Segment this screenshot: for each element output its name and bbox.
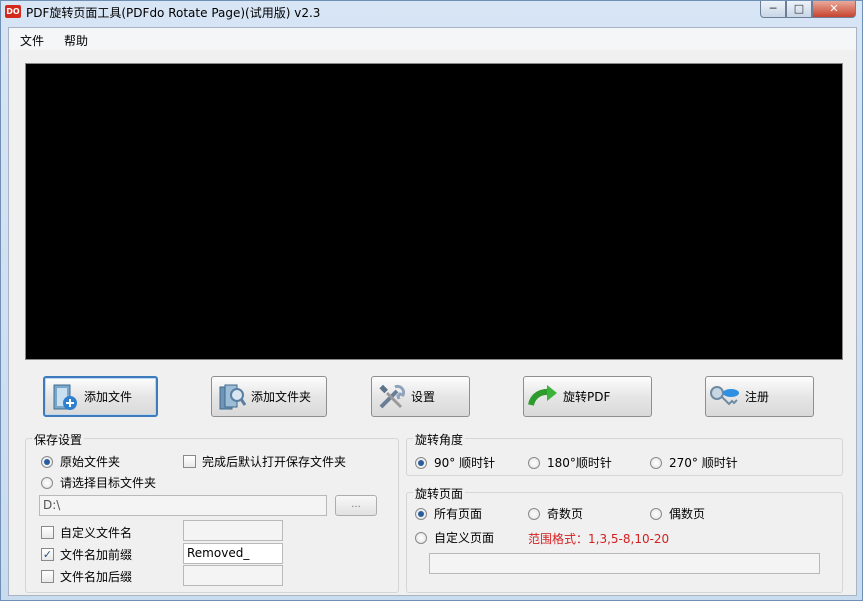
add-file-label: 添加文件 — [84, 390, 133, 404]
open-after-label: 完成后默认打开保存文件夹 — [202, 455, 347, 469]
custom-name-label: 自定义文件名 — [60, 526, 133, 540]
rotate-pages-title: 旋转页面 — [413, 485, 466, 502]
odd-pages-radio[interactable]: 奇数页 — [528, 505, 583, 522]
radio-empty-icon — [650, 507, 662, 520]
menu-bar: 文件 帮助 — [9, 28, 856, 50]
save-settings-title: 保存设置 — [32, 431, 85, 448]
rotate-angle-title: 旋转角度 — [413, 431, 466, 448]
radio-empty-icon — [415, 531, 427, 544]
browse-button[interactable]: ... — [335, 495, 377, 516]
radio-empty-icon — [528, 456, 540, 469]
checkbox-empty-icon — [41, 526, 54, 539]
checkbox-checked-icon: ✓ — [41, 548, 54, 561]
add-file-button[interactable]: 添加文件 — [43, 376, 158, 417]
prefix-label: 文件名加前缀 — [60, 548, 133, 562]
rotate-pdf-button[interactable]: 旋转PDF — [523, 376, 652, 417]
rotate-pages-group: 旋转页面 所有页面 奇数页 偶数页 自定义页面 范围格式：1,3,5-8,10-… — [406, 485, 843, 593]
suffix-label: 文件名加后缀 — [60, 570, 133, 584]
window-title: PDF旋转页面工具(PDFdo Rotate Page)(试用版) v2.3 — [26, 6, 321, 20]
register-button[interactable]: 注册 — [705, 376, 814, 417]
even-pages-label: 偶数页 — [669, 507, 706, 521]
radio-empty-icon — [650, 456, 662, 469]
prefix-input[interactable]: Removed_ — [183, 543, 283, 564]
close-button[interactable]: ✕ — [812, 1, 856, 18]
checkbox-empty-icon — [41, 570, 54, 583]
tools-icon — [379, 384, 406, 408]
add-file-icon — [53, 384, 77, 410]
save-settings-group: 保存设置 原始文件夹 完成后默认打开保存文件夹 请选择目标文件夹 D:\ ...… — [25, 431, 399, 593]
angle-90-radio[interactable]: 90° 顺时针 — [415, 454, 495, 471]
range-format-hint: 范围格式：1,3,5-8,10-20 — [528, 532, 670, 546]
all-pages-label: 所有页面 — [434, 507, 483, 521]
custom-pages-radio[interactable]: 自定义页面 — [415, 529, 494, 546]
app-window: DO PDF旋转页面工具(PDFdo Rotate Page)(试用版) v2.… — [0, 0, 863, 601]
suffix-checkbox[interactable]: 文件名加后缀 — [41, 568, 132, 585]
angle-270-label: 270° 顺时针 — [669, 456, 738, 470]
prefix-checkbox[interactable]: ✓ 文件名加前缀 — [41, 546, 132, 563]
app-logo-icon: DO — [5, 5, 21, 18]
minimize-button[interactable]: ─ — [760, 1, 786, 18]
open-after-checkbox[interactable]: 完成后默认打开保存文件夹 — [183, 453, 346, 470]
even-pages-radio[interactable]: 偶数页 — [650, 505, 705, 522]
settings-button[interactable]: 设置 — [371, 376, 470, 417]
add-folder-button[interactable]: 添加文件夹 — [211, 376, 327, 417]
menu-file[interactable]: 文件 — [18, 32, 46, 49]
choose-target-label: 请选择目标文件夹 — [60, 476, 157, 490]
radio-empty-icon — [41, 476, 53, 489]
angle-270-radio[interactable]: 270° 顺时针 — [650, 454, 738, 471]
custom-range-input[interactable] — [429, 553, 820, 574]
radio-selected-icon — [415, 456, 427, 469]
file-list-area[interactable] — [25, 63, 843, 360]
key-icon — [710, 385, 739, 405]
rotate-arrow-icon — [528, 384, 557, 406]
checkbox-empty-icon — [183, 455, 196, 468]
radio-selected-icon — [41, 455, 53, 468]
custom-name-input[interactable] — [183, 520, 283, 541]
angle-90-label: 90° 顺时针 — [434, 456, 496, 470]
odd-pages-label: 奇数页 — [547, 507, 584, 521]
maximize-button[interactable]: □ — [786, 1, 812, 18]
original-folder-label: 原始文件夹 — [60, 455, 121, 469]
rotate-angle-group: 旋转角度 90° 顺时针 180°顺时针 270° 顺时针 — [406, 431, 843, 476]
menu-help[interactable]: 帮助 — [62, 32, 90, 49]
original-folder-radio[interactable]: 原始文件夹 — [41, 453, 120, 470]
radio-empty-icon — [528, 507, 540, 520]
add-folder-label: 添加文件夹 — [251, 390, 312, 404]
rotate-pdf-label: 旋转PDF — [563, 390, 611, 404]
custom-name-checkbox[interactable]: 自定义文件名 — [41, 524, 132, 541]
angle-180-label: 180°顺时针 — [547, 456, 612, 470]
title-bar[interactable]: DO PDF旋转页面工具(PDFdo Rotate Page)(试用版) v2.… — [1, 1, 862, 23]
target-path-input[interactable]: D:\ — [39, 495, 327, 516]
choose-target-radio[interactable]: 请选择目标文件夹 — [41, 474, 156, 491]
radio-selected-icon — [415, 507, 427, 520]
angle-180-radio[interactable]: 180°顺时针 — [528, 454, 612, 471]
client-area: 文件 帮助 添加文件 添加文件夹 设置 旋转PDF 注册 保存设置 原始文件夹 … — [8, 27, 857, 596]
suffix-input[interactable] — [183, 565, 283, 586]
custom-pages-label: 自定义页面 — [434, 531, 495, 545]
all-pages-radio[interactable]: 所有页面 — [415, 505, 482, 522]
settings-label: 设置 — [411, 390, 436, 404]
add-folder-icon — [219, 384, 247, 409]
register-label: 注册 — [745, 390, 770, 404]
